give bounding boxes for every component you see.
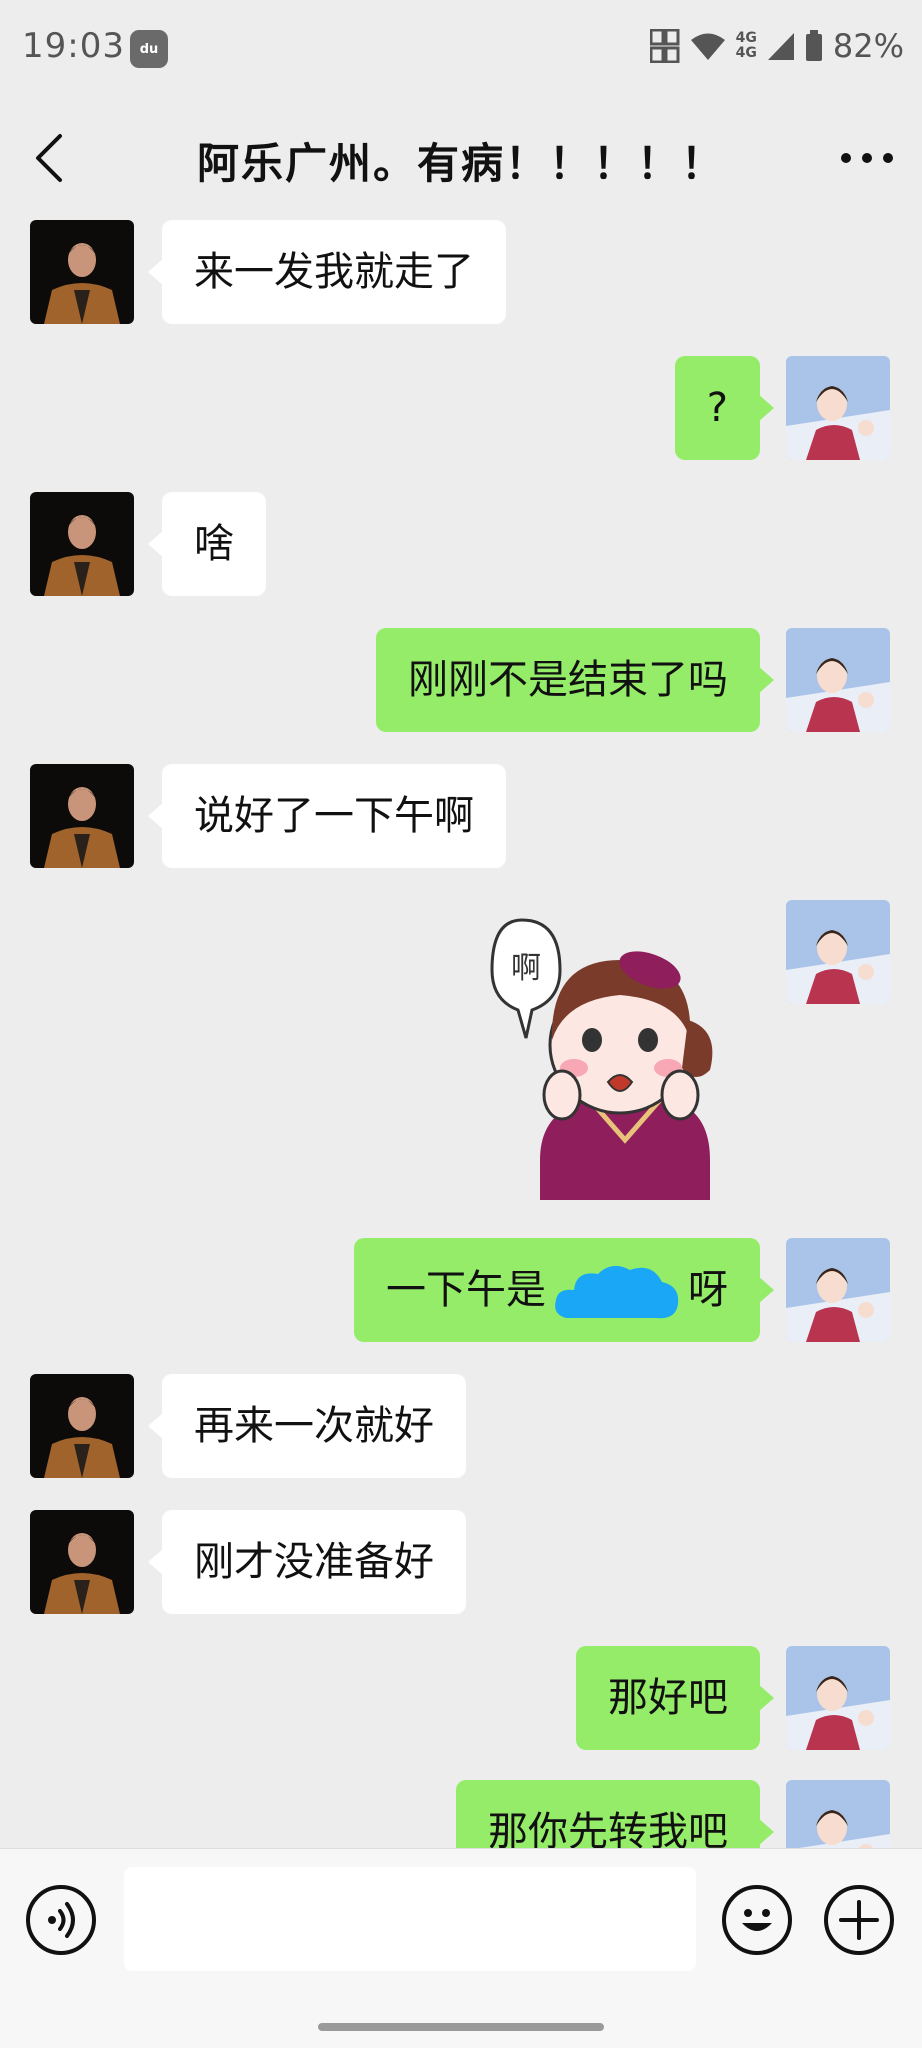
status-bar: 19:03 du 4G 4G 82% [0, 0, 922, 96]
network-type: 4G 4G [735, 30, 757, 61]
emoji-icon [742, 1909, 772, 1931]
back-button[interactable] [20, 128, 80, 188]
message-bubble[interactable]: 刚刚不是结束了吗 [376, 628, 774, 732]
my-avatar-image [786, 1780, 890, 1848]
more-button[interactable] [832, 128, 902, 188]
my-avatar-image [786, 628, 890, 732]
emoji-button[interactable] [722, 1885, 792, 1955]
contact-avatar[interactable] [30, 1374, 134, 1478]
my-avatar[interactable] [786, 356, 890, 460]
status-indicators: 4G 4G 82% [649, 26, 904, 66]
more-dots-icon [841, 153, 893, 163]
message-bubble[interactable]: 再来一次就好 [148, 1374, 466, 1478]
wifi-icon [690, 33, 725, 60]
message-bubble[interactable]: 啥 [148, 492, 266, 596]
signal-icon [767, 33, 794, 60]
sticker-image: 啊 [490, 918, 713, 1200]
message-bubble[interactable]: ? [674, 356, 775, 460]
my-avatar[interactable] [786, 1780, 890, 1848]
message-bubble[interactable]: 来一发我就走了 [148, 220, 506, 324]
my-avatar-image [786, 1646, 890, 1750]
redaction-mark [555, 1265, 679, 1319]
chat-header: 阿乐广州。有病！！！！！ [0, 100, 922, 218]
contact-avatar-image [30, 1374, 134, 1478]
message-bubble[interactable]: 那好吧 [576, 1646, 774, 1750]
plus-button[interactable] [824, 1885, 894, 1955]
message-bubble[interactable]: 那你先转我吧 [456, 1780, 774, 1848]
home-indicator[interactable] [318, 2023, 604, 2031]
chat-message-list[interactable]: 来一发我就走了 ? 啥 刚刚不是结束了吗 说好了一下午啊 啊 一下午是 呀 再来… [0, 218, 922, 1848]
input-toolbar [0, 1848, 922, 2048]
contact-avatar-image [30, 764, 134, 868]
my-avatar-image [786, 356, 890, 460]
sticker-text: 啊 [511, 951, 541, 986]
chevron-left-icon [36, 134, 62, 182]
my-avatar-image [786, 1238, 890, 1342]
contact-avatar-image [30, 220, 134, 324]
message-bubble[interactable]: 说好了一下午啊 [148, 764, 506, 868]
contact-avatar-image [30, 492, 134, 596]
contact-avatar[interactable] [30, 1510, 134, 1614]
message-bubble[interactable]: 刚才没准备好 [148, 1510, 466, 1614]
battery-icon [805, 30, 822, 61]
sticker-message[interactable]: 啊 [470, 900, 740, 1200]
message-text-before: 一下午是 [386, 1267, 546, 1313]
my-avatar[interactable] [786, 900, 890, 1004]
message-text-after: 呀 [688, 1267, 728, 1313]
chat-title: 阿乐广州。有病！！！！！ [196, 139, 725, 188]
my-avatar[interactable] [786, 1646, 890, 1750]
contact-avatar[interactable] [30, 492, 134, 596]
my-avatar[interactable] [786, 628, 890, 732]
voice-button[interactable] [26, 1885, 96, 1955]
status-time: 19:03 [22, 26, 125, 66]
contact-avatar-image [30, 1510, 134, 1614]
contact-avatar[interactable] [30, 764, 134, 868]
battery-percent: 82% [832, 27, 904, 65]
message-input[interactable] [124, 1867, 696, 1971]
voice-icon [48, 1902, 75, 1938]
my-avatar-image [786, 900, 890, 1004]
vibrate-icon [649, 29, 680, 63]
my-avatar[interactable] [786, 1238, 890, 1342]
message-bubble[interactable]: 一下午是 呀 [354, 1238, 774, 1342]
plus-icon [839, 1900, 879, 1940]
contact-avatar[interactable] [30, 220, 134, 324]
du-app-icon: du [130, 30, 168, 68]
